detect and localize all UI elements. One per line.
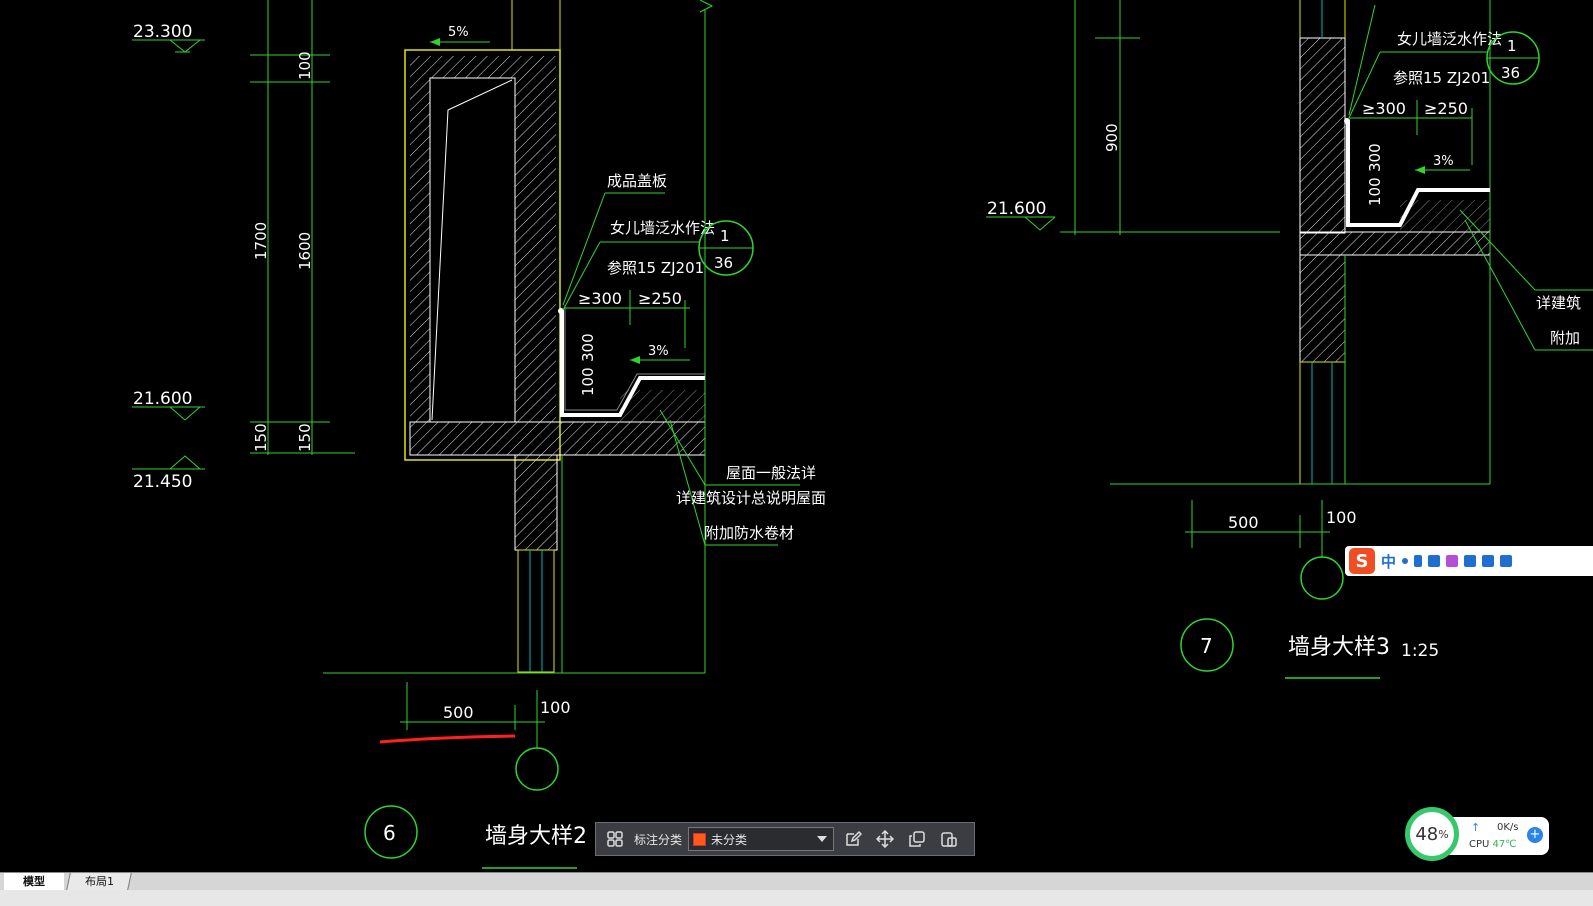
skin-icon[interactable] bbox=[1446, 555, 1459, 567]
ref-num: 1 bbox=[720, 227, 730, 245]
category-label: 标注分类 bbox=[634, 832, 683, 847]
elev-21450: 21.450 bbox=[133, 472, 192, 492]
elev-23300: 23.300 bbox=[133, 22, 192, 42]
memory-gauge[interactable]: 48% bbox=[1405, 807, 1459, 861]
detail-number-6: 6 bbox=[383, 821, 396, 845]
memory-percent-unit: % bbox=[1438, 827, 1449, 841]
tab-layout1-label: 布局1 bbox=[84, 875, 114, 888]
detail-number-7: 7 bbox=[1200, 634, 1213, 658]
dim-ge300-b: ≥300 bbox=[1362, 99, 1406, 118]
cpu-label: CPU bbox=[1469, 839, 1490, 850]
keyboard-icon[interactable] bbox=[1428, 555, 1441, 567]
note-cover: 成品盖板 bbox=[607, 172, 667, 190]
cpu-temp: 47℃ bbox=[1492, 839, 1517, 850]
ime-toolbar: S 中 bbox=[1345, 546, 1593, 576]
dim-100b: 100 bbox=[540, 698, 571, 717]
apps-icon[interactable] bbox=[1482, 555, 1495, 567]
elev-21600-b: 21.600 bbox=[987, 199, 1046, 219]
dim-150b: 150 bbox=[296, 423, 314, 452]
detail-6: 23.300 21.600 21.450 1700 100 1600 150 1… bbox=[132, 0, 826, 869]
cad-canvas[interactable]: 23.300 21.600 21.450 1700 100 1600 150 1… bbox=[0, 0, 1593, 890]
ref-num-b: 1 bbox=[1507, 37, 1517, 55]
dim-1700: 1700 bbox=[252, 222, 270, 260]
dim-100-flash-b: 100 bbox=[1366, 177, 1384, 206]
slope-3: 3% bbox=[648, 344, 669, 359]
ime-lang-toggle[interactable]: 中 bbox=[1381, 551, 1396, 572]
dim-100-flash: 100 bbox=[579, 367, 597, 396]
dim-100b-b: 100 bbox=[1326, 508, 1357, 527]
title-detail-2: 墙身大样2 bbox=[485, 824, 587, 849]
note-ref-b: 参照15 ZJ201 bbox=[1393, 69, 1490, 87]
slope-5: 5% bbox=[448, 25, 469, 40]
chevron-down-icon bbox=[817, 836, 828, 842]
dim-100: 100 bbox=[296, 51, 314, 80]
dim-1600: 1600 bbox=[296, 232, 314, 270]
elev-21600: 21.600 bbox=[133, 389, 192, 409]
tab-model[interactable]: 模型 bbox=[4, 873, 64, 890]
category-color-swatch bbox=[693, 832, 707, 846]
dim-ge250: ≥250 bbox=[638, 289, 682, 308]
note-cut2: 附加 bbox=[1550, 329, 1580, 347]
plus-icon[interactable]: + bbox=[1527, 827, 1543, 843]
note-ref: 参照15 ZJ201 bbox=[607, 259, 704, 277]
punct-icon[interactable] bbox=[1402, 558, 1409, 564]
dim-300: 300 bbox=[579, 333, 597, 362]
detail-7: 900 21.600 女儿墙泛水作法 参照15 ZJ201 1 36 ≥300 bbox=[986, 0, 1593, 679]
dim-900: 900 bbox=[1103, 123, 1121, 152]
category-value: 未分类 bbox=[711, 832, 748, 847]
dim-300-b: 300 bbox=[1366, 143, 1384, 172]
perf-widget[interactable]: 48% ↑ 0K/s CPU 47℃ + bbox=[1405, 807, 1550, 863]
perf-card: ↑ 0K/s CPU 47℃ + bbox=[1445, 817, 1549, 855]
note-roof1: 屋面一般法详 bbox=[726, 464, 816, 482]
dim-150a: 150 bbox=[252, 423, 270, 452]
move-icon[interactable] bbox=[872, 826, 898, 852]
dim-ge300: ≥300 bbox=[578, 289, 622, 308]
upload-arrow-icon: ↑ bbox=[1471, 821, 1481, 834]
slope-3-b: 3% bbox=[1433, 154, 1454, 169]
scale-label: 1:25 bbox=[1401, 641, 1439, 661]
cpu-readout: CPU 47℃ bbox=[1469, 839, 1517, 850]
paste-icon[interactable] bbox=[936, 826, 962, 852]
note-roof2: 详建筑设计总说明屋面 bbox=[676, 489, 826, 507]
memory-percent: 48 bbox=[1415, 823, 1439, 845]
copy-icon[interactable] bbox=[904, 826, 930, 852]
title-detail-3: 墙身大样3 bbox=[1288, 635, 1390, 660]
game-icon[interactable] bbox=[1464, 555, 1477, 567]
tab-layout1[interactable]: 布局1 bbox=[66, 873, 132, 890]
category-select[interactable]: 未分类 bbox=[688, 827, 835, 851]
mic-icon[interactable] bbox=[1414, 555, 1423, 567]
dim-500-b: 500 bbox=[1228, 513, 1259, 532]
layout-tabbar: 模型 布局1 bbox=[0, 872, 1593, 891]
ref-page: 36 bbox=[714, 254, 733, 272]
note-parapet: 女儿墙泛水作法 bbox=[610, 219, 715, 237]
grid-icon[interactable] bbox=[602, 826, 628, 852]
dim-500: 500 bbox=[443, 703, 474, 722]
annotation-toolbar: 标注分类 未分类 bbox=[595, 822, 975, 856]
note-cut1: 详建筑 bbox=[1536, 294, 1581, 312]
ref-page-b: 36 bbox=[1501, 64, 1520, 82]
status-strip bbox=[0, 890, 1593, 906]
sogou-logo[interactable]: S bbox=[1349, 548, 1375, 574]
dim-ge250-b: ≥250 bbox=[1424, 99, 1468, 118]
edit-icon[interactable] bbox=[840, 826, 866, 852]
net-speed: 0K/s bbox=[1497, 822, 1519, 833]
note-roof3: 附加防水卷材 bbox=[704, 524, 794, 542]
settings-icon[interactable] bbox=[1500, 555, 1513, 567]
note-parapet-b: 女儿墙泛水作法 bbox=[1397, 30, 1502, 48]
